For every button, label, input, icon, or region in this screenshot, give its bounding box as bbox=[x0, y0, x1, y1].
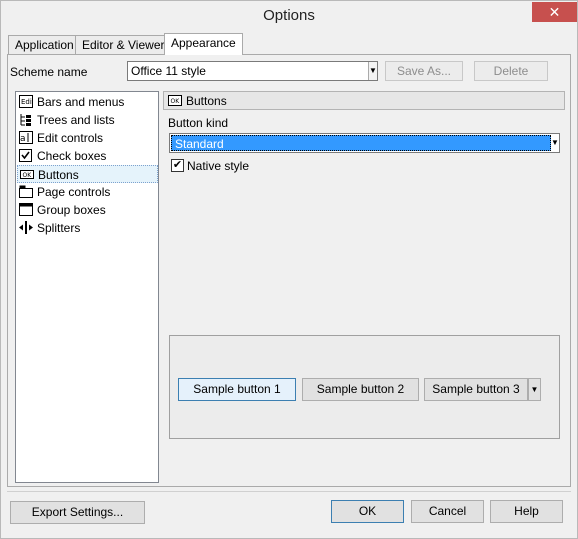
tree-item-label: Splitters bbox=[37, 221, 81, 235]
panel-header: OK Buttons bbox=[163, 91, 565, 110]
tree-item-label: Trees and lists bbox=[37, 113, 115, 127]
tree-item-group-boxes[interactable]: Group boxes bbox=[17, 201, 158, 219]
svg-text:OK: OK bbox=[171, 98, 181, 105]
delete-button[interactable]: Delete bbox=[474, 61, 548, 81]
tree-item-label: Page controls bbox=[37, 185, 111, 199]
tab-appearance[interactable]: Appearance bbox=[164, 33, 243, 55]
tree-list-icon bbox=[20, 114, 31, 126]
tab-application[interactable]: Application bbox=[8, 35, 81, 55]
ok-button[interactable]: OK bbox=[331, 500, 404, 523]
button-preview-area: Sample button 1 Sample button 2 Sample b… bbox=[169, 335, 560, 439]
edit-control-icon: a bbox=[19, 131, 33, 144]
chevron-down-icon: ▼ bbox=[530, 385, 539, 394]
tree-item-label: Bars and menus bbox=[37, 95, 125, 109]
tree-item-check-boxes[interactable]: Check boxes bbox=[17, 147, 158, 165]
chevron-down-icon[interactable]: ▼ bbox=[551, 134, 559, 152]
save-as-button[interactable]: Save As... bbox=[385, 61, 463, 81]
native-style-label: Native style bbox=[187, 159, 250, 173]
close-button[interactable]: ✕ bbox=[532, 2, 577, 22]
sample-button-2[interactable]: Sample button 2 bbox=[302, 378, 419, 401]
tree-item-trees-and-lists[interactable]: Trees and lists bbox=[17, 111, 158, 129]
title-bar: Options ✕ bbox=[1, 1, 577, 32]
cancel-button[interactable]: Cancel bbox=[411, 500, 484, 523]
tree-item-label: Edit controls bbox=[37, 131, 104, 145]
scheme-name-value: Office 11 style bbox=[131, 64, 206, 78]
export-settings-button[interactable]: Export Settings... bbox=[10, 501, 145, 524]
button-kind-value: Standard bbox=[171, 135, 551, 151]
button-icon: OK bbox=[168, 95, 182, 106]
scheme-name-combo[interactable]: Office 11 style ▼ bbox=[127, 61, 378, 81]
button-icon: OK bbox=[20, 170, 34, 179]
sample-button-3[interactable]: Sample button 3 bbox=[424, 378, 528, 401]
checkbox-icon bbox=[19, 149, 32, 162]
page-control-icon bbox=[19, 185, 33, 198]
button-kind-label: Button kind bbox=[168, 116, 229, 130]
svg-text:Edit: Edit bbox=[21, 98, 33, 106]
sample-button-1[interactable]: Sample button 1 bbox=[178, 378, 296, 401]
tab-editor-viewers[interactable]: Editor & Viewers bbox=[75, 35, 178, 55]
group-box-icon bbox=[19, 203, 33, 216]
tree-item-label: Buttons bbox=[38, 168, 79, 182]
tree-item-buttons[interactable]: OK Buttons bbox=[17, 165, 158, 183]
splitter-icon bbox=[19, 221, 33, 234]
panel-title: Buttons bbox=[186, 94, 227, 108]
options-dialog: Options ✕ Application Editor & Viewers A… bbox=[0, 0, 578, 539]
window-title: Options bbox=[263, 7, 315, 24]
scheme-name-label: Scheme name bbox=[10, 65, 88, 79]
chevron-down-icon[interactable]: ▼ bbox=[368, 62, 377, 80]
svg-text:OK: OK bbox=[23, 172, 33, 179]
help-button[interactable]: Help bbox=[490, 500, 563, 523]
close-icon: ✕ bbox=[548, 4, 561, 20]
tree-item-splitters[interactable]: Splitters bbox=[17, 219, 158, 237]
tree-item-page-controls[interactable]: Page controls bbox=[17, 183, 158, 201]
svg-text:a: a bbox=[20, 134, 26, 144]
tree-item-label: Group boxes bbox=[37, 203, 106, 217]
footer-divider bbox=[7, 491, 571, 492]
tree-item-edit-controls[interactable]: a Edit controls bbox=[17, 129, 158, 147]
sample-button-3-dropdown[interactable]: ▼ bbox=[528, 378, 541, 401]
checkmark-icon[interactable]: ✔ bbox=[171, 159, 184, 172]
button-kind-combo[interactable]: Standard ▼ bbox=[169, 133, 560, 153]
tree-item-label: Check boxes bbox=[37, 149, 107, 163]
category-tree: Edit Bars and menus Trees and lists a Ed… bbox=[15, 91, 159, 483]
tree-item-bars-and-menus[interactable]: Edit Bars and menus bbox=[17, 93, 158, 111]
bars-menus-icon: Edit bbox=[19, 95, 33, 108]
